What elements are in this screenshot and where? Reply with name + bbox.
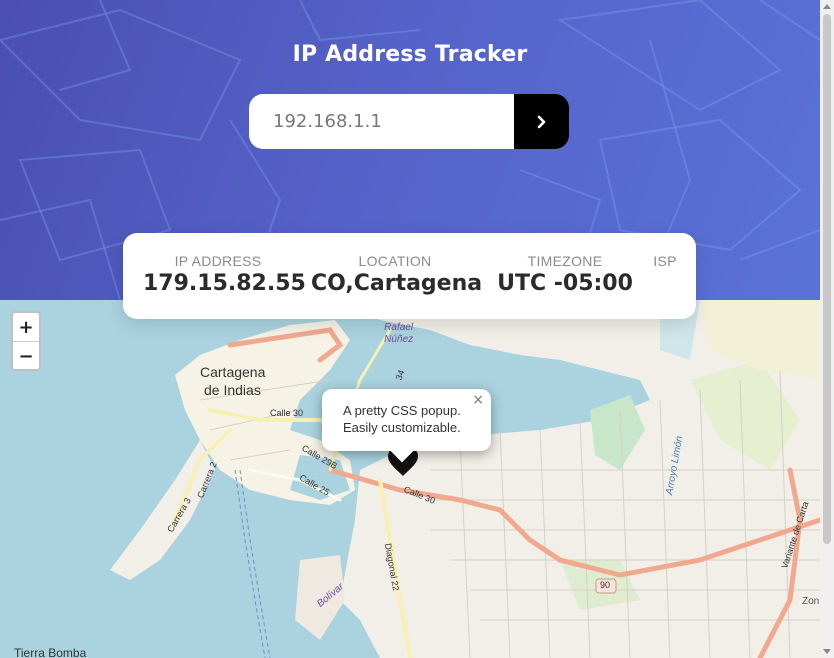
ferry-route [234, 469, 271, 658]
map-label-city-line1: Cartagena [200, 364, 266, 380]
ip-search-input[interactable] [249, 94, 514, 149]
map-tiles [110, 300, 820, 658]
chevron-right-icon [537, 115, 545, 128]
scroll-thumb[interactable] [823, 14, 831, 544]
scroll-down-arrow-icon[interactable] [823, 649, 831, 654]
map-popup: A pretty CSS popup. Easily customizable.… [322, 389, 491, 463]
map-label-street: Calle 30 [270, 408, 304, 418]
search-bar [249, 94, 569, 149]
map-label-airport-line3: Núñez [384, 334, 414, 345]
isp-block: ISP [649, 253, 681, 271]
zoom-control: + − [11, 311, 41, 371]
ip-address-block: IP ADDRESS 179.15.82.55 [143, 253, 306, 296]
popup-text: A pretty CSS popup. Easily customizable. [343, 402, 461, 436]
map-label-city: Cartagena de Indias [200, 363, 265, 399]
page-scrollbar[interactable] [820, 0, 834, 658]
popup-close-button[interactable]: × [472, 392, 484, 408]
timezone-label: TIMEZONE [527, 253, 603, 269]
map-label-city-line2: de Indias [204, 382, 261, 398]
page-title: IP Address Tracker [292, 42, 528, 67]
map-label-airport-line2: Rafael [384, 322, 414, 333]
map-label-zone: Zon [802, 596, 820, 607]
map-label-island: Tierra Bomba [14, 646, 87, 658]
isp-label: ISP [653, 253, 677, 269]
popup-line: Easily customizable. [343, 420, 461, 435]
map-view[interactable]: Cartagena de Indias Internacional Rafael… [0, 300, 820, 658]
location-block: LOCATION CO,Cartagena [311, 253, 483, 296]
zoom-in-button[interactable]: + [13, 313, 39, 341]
ip-info-card: IP ADDRESS 179.15.82.55 LOCATION CO,Cart… [123, 233, 696, 319]
search-submit-button[interactable] [514, 94, 569, 149]
popup-line: A pretty CSS popup. [343, 403, 461, 418]
timezone-value: UTC -05:00 [497, 271, 633, 296]
location-label: LOCATION [358, 253, 432, 269]
timezone-block: TIMEZONE UTC -05:00 [497, 253, 633, 296]
scroll-up-arrow-icon[interactable] [823, 4, 831, 9]
ip-address-value: 179.15.82.55 [143, 271, 306, 296]
location-value: CO,Cartagena [311, 271, 483, 296]
zoom-out-button[interactable]: − [13, 341, 39, 370]
map-label-route: 90 [600, 580, 611, 590]
ip-address-label: IP ADDRESS [174, 253, 262, 269]
